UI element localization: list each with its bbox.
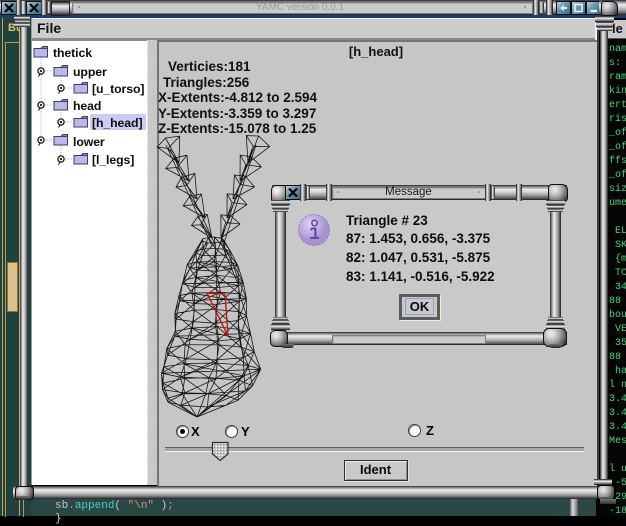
svg-text:thetick: thetick: [53, 46, 92, 60]
svg-text:head: head: [73, 99, 101, 113]
svg-text:upper: upper: [73, 65, 107, 79]
svg-text:lower: lower: [73, 135, 105, 149]
svg-text:[u_torso]: [u_torso]: [92, 82, 144, 96]
svg-text:[l_legs]: [l_legs]: [92, 153, 134, 167]
svg-text:[h_head]: [h_head]: [92, 116, 142, 130]
